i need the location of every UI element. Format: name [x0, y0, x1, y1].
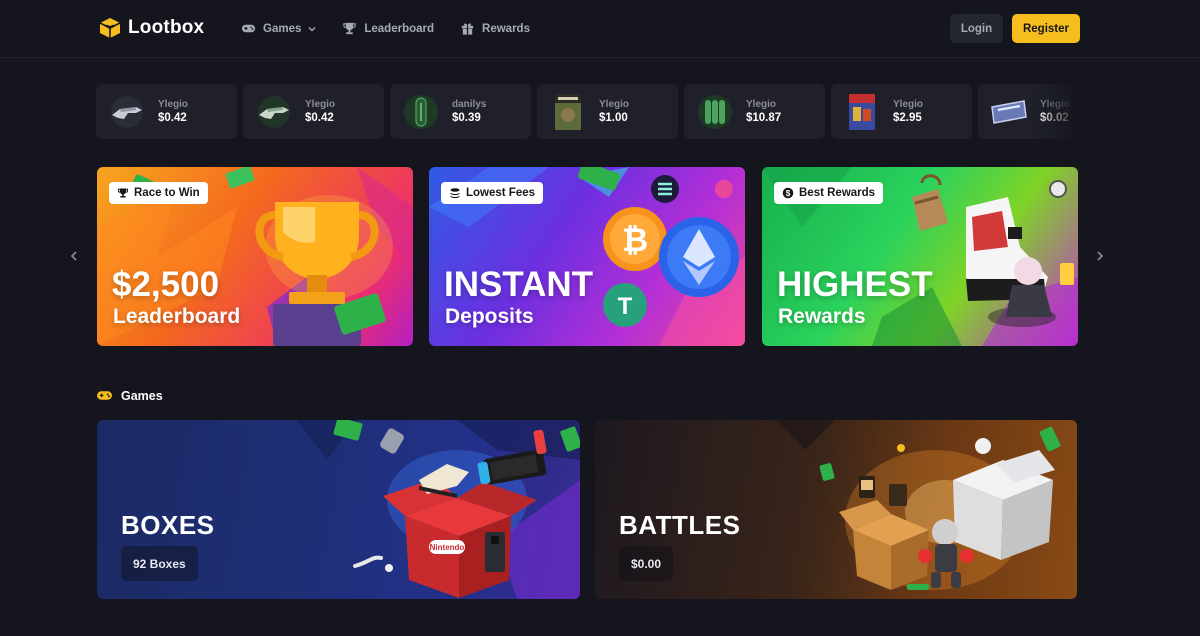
- banner-deposits[interactable]: ₿ T Lowest Fees INSTANT Deposits: [429, 167, 745, 346]
- rifle-skin-icon: [106, 91, 148, 133]
- banner-rewards[interactable]: $ Best Rewards HIGHEST Rewards: [762, 167, 1078, 346]
- svg-text:₿: ₿: [622, 222, 648, 258]
- banner-chip-label: Best Rewards: [799, 187, 876, 199]
- banner-leaderboard[interactable]: Race to Win $2,500 Leaderboard: [97, 167, 413, 346]
- games-section-label: Games: [121, 388, 163, 403]
- trophy-icon: [117, 188, 129, 198]
- drop-item[interactable]: Ylegio $10.87: [684, 84, 825, 139]
- trophy-icon: [343, 22, 357, 35]
- drop-price: $0.02: [1040, 112, 1069, 124]
- rifle-skin-icon: [253, 91, 295, 133]
- game-card-badge: 92 Boxes: [121, 546, 198, 581]
- drop-user: danilys: [452, 99, 487, 110]
- banner-title: HIGHEST: [777, 265, 933, 304]
- drop-item[interactable]: Ylegio $2.95: [831, 84, 972, 139]
- svg-text:Nintendo: Nintendo: [430, 543, 465, 552]
- banner-subtitle: Rewards: [778, 305, 866, 328]
- game-card-badge: $0.00: [619, 546, 674, 581]
- drop-price: $10.87: [746, 112, 782, 124]
- capsule-set-icon: [694, 91, 736, 133]
- live-drops-strip: Ylegio $0.42 Ylegio $0.42 danilys $0.39 …: [96, 84, 1074, 139]
- register-button[interactable]: Register: [1012, 14, 1080, 43]
- nav-games-label: Games: [263, 22, 302, 35]
- banner-chip: Race to Win: [109, 182, 208, 204]
- drop-user: Ylegio: [746, 99, 777, 110]
- drop-item[interactable]: Ylegio $0.42: [243, 84, 384, 139]
- svg-text:$: $: [786, 189, 791, 198]
- game-card-title: BOXES: [121, 510, 215, 540]
- nav-rewards[interactable]: Rewards: [460, 21, 530, 36]
- banner-title: $2,500: [112, 265, 220, 304]
- drop-price: $0.42: [158, 112, 187, 124]
- drop-item[interactable]: Ylegio $1.00: [537, 84, 678, 139]
- gift-icon: [461, 23, 474, 35]
- top-header: Lootbox Games Leaderboard Rewards Login …: [0, 0, 1200, 58]
- game-card-title: BATTLES: [619, 510, 741, 540]
- sticker-icon: [988, 91, 1030, 133]
- banner-chip-label: Lowest Fees: [466, 187, 536, 199]
- banner-subtitle: Deposits: [445, 305, 534, 328]
- drop-price: $0.39: [452, 112, 481, 124]
- gamepad-icon: [97, 391, 112, 400]
- drop-user: Ylegio: [599, 99, 630, 110]
- nav-leaderboard[interactable]: Leaderboard: [342, 21, 434, 36]
- game-card-battles[interactable]: BATTLES $0.00: [595, 420, 1077, 599]
- banner-title: INSTANT: [444, 265, 594, 304]
- drop-item[interactable]: Ylegio $0.02: [978, 84, 1074, 139]
- drop-item[interactable]: danilys $0.39: [390, 84, 531, 139]
- drop-user: Ylegio: [305, 99, 336, 110]
- banner-chip-label: Race to Win: [134, 187, 200, 199]
- nav-leaderboard-label: Leaderboard: [364, 22, 435, 35]
- nav-games[interactable]: Games: [241, 21, 316, 36]
- game-card-boxes[interactable]: Nintendo BOXES 92 Boxes: [97, 420, 580, 599]
- box-logo-icon: [99, 18, 121, 38]
- dollar-icon: $: [782, 187, 794, 199]
- game-cover-icon: [841, 91, 883, 133]
- banner-subtitle: Leaderboard: [113, 305, 241, 328]
- capsule-icon: [400, 91, 442, 133]
- nav-rewards-label: Rewards: [482, 22, 530, 35]
- coins-icon: [450, 188, 460, 199]
- gamepad-icon: [241, 24, 256, 33]
- drop-item[interactable]: Ylegio $0.42: [96, 84, 237, 139]
- brand-logo[interactable]: Lootbox: [98, 16, 204, 40]
- games-section-title: Games: [96, 387, 163, 404]
- drop-price: $2.95: [893, 112, 922, 124]
- drop-user: Ylegio: [158, 99, 189, 110]
- drop-user: Ylegio: [893, 99, 924, 110]
- drop-price: $1.00: [599, 112, 628, 124]
- chevron-down-icon: [308, 26, 316, 31]
- banner-chip: $ Best Rewards: [774, 182, 884, 204]
- carousel-next-icon[interactable]: [1094, 249, 1106, 263]
- svg-text:T: T: [618, 293, 633, 320]
- banner-chip: Lowest Fees: [441, 182, 544, 204]
- carousel-prev-icon[interactable]: [68, 249, 80, 263]
- game-cover-icon: [547, 91, 589, 133]
- brand-name: Lootbox: [128, 17, 205, 38]
- drop-user: Ylegio: [1040, 99, 1071, 110]
- main-nav: Games Leaderboard Rewards: [241, 21, 530, 36]
- login-button[interactable]: Login: [950, 14, 1003, 43]
- drop-price: $0.42: [305, 112, 334, 124]
